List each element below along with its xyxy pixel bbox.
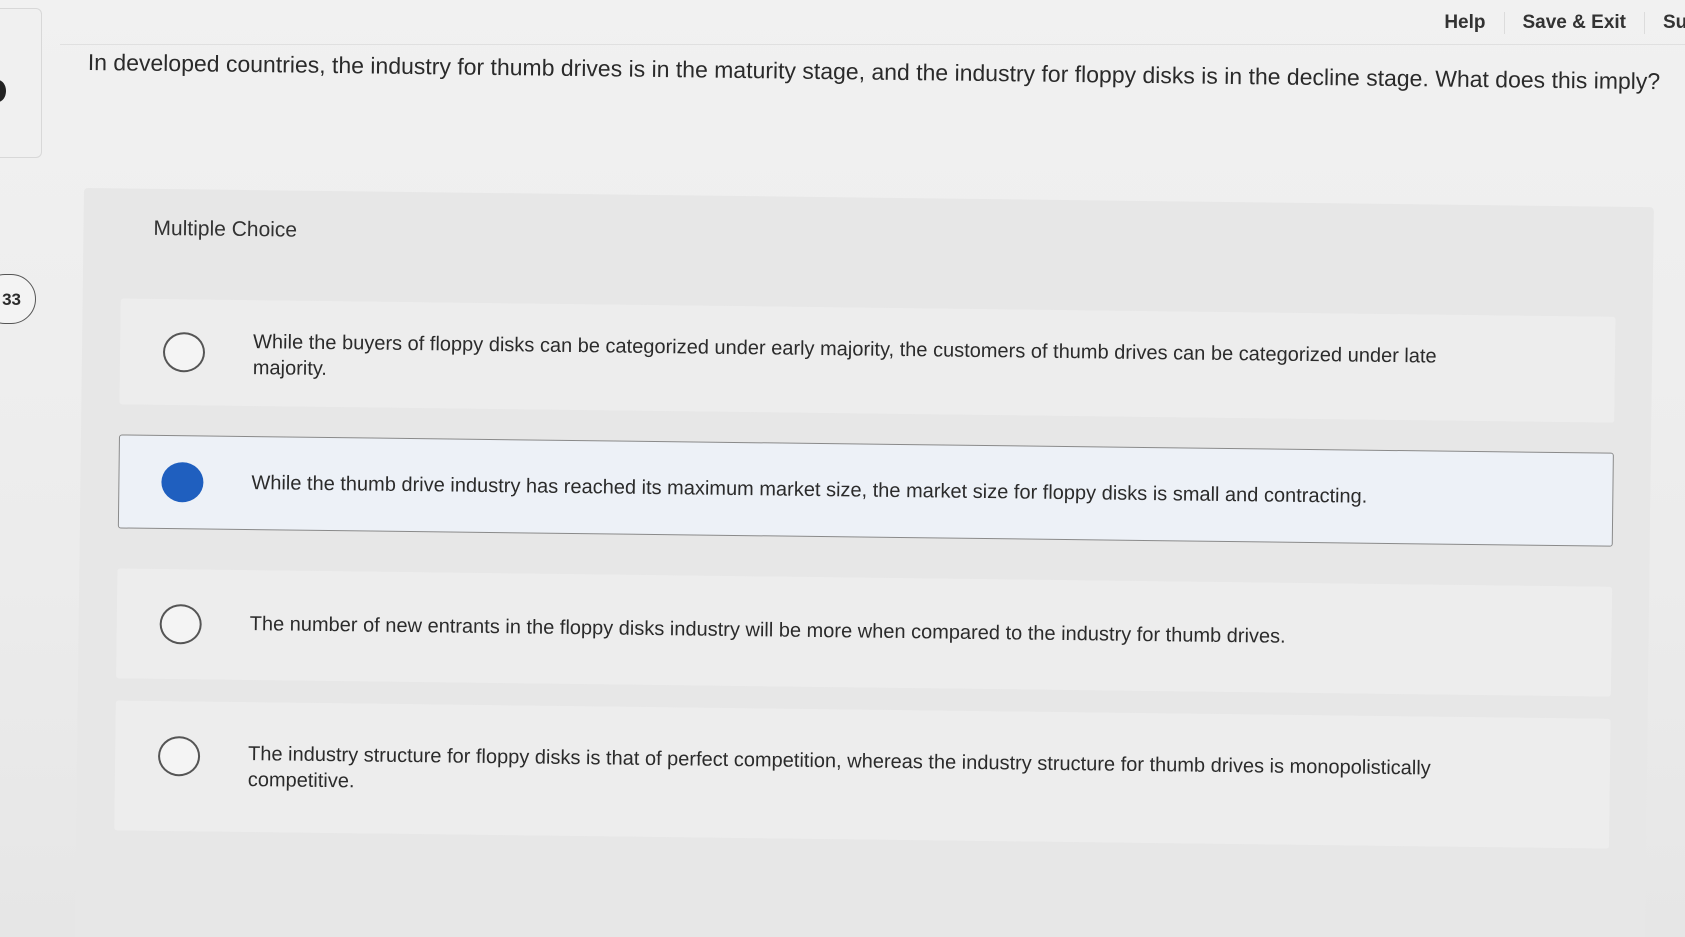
radio-button[interactable] — [162, 331, 206, 373]
question-prompt: In developed countries, the industry for… — [87, 48, 1661, 95]
answer-option-3[interactable]: The number of new entrants in the floppy… — [116, 568, 1613, 697]
multiple-choice-panel: Multiple Choice While the buyers of flop… — [74, 188, 1654, 937]
answer-option-text: While the buyers of floppy disks can be … — [252, 331, 1437, 380]
answer-option-text: While the thumb drive industry has reach… — [251, 472, 1368, 508]
radio-button[interactable] — [157, 735, 201, 777]
header-divider — [60, 44, 1685, 45]
help-link[interactable]: Help — [1426, 12, 1503, 34]
answer-option-text: The number of new entrants in the floppy… — [249, 613, 1286, 648]
answer-option-text: The industry structure for floppy disks … — [247, 743, 1431, 793]
radio-button-selected[interactable] — [161, 461, 204, 503]
radio-button[interactable] — [159, 603, 202, 645]
top-navigation: Help Save & Exit Su — [1426, 6, 1685, 40]
multiple-choice-heading: Multiple Choice — [153, 216, 298, 242]
answer-option-2[interactable]: While the thumb drive industry has reach… — [117, 434, 1614, 547]
question-number-badge[interactable]: 33 — [0, 274, 36, 324]
answer-option-1[interactable]: While the buyers of floppy disks can be … — [119, 298, 1616, 423]
answer-option-4[interactable]: The industry structure for floppy disks … — [114, 700, 1611, 849]
save-exit-link[interactable]: Save & Exit — [1503, 12, 1645, 34]
submit-link[interactable]: Su — [1644, 12, 1685, 34]
quiz-page: 33 Help Save & Exit Su In developed coun… — [0, 0, 1685, 937]
left-side-panel — [0, 8, 42, 158]
